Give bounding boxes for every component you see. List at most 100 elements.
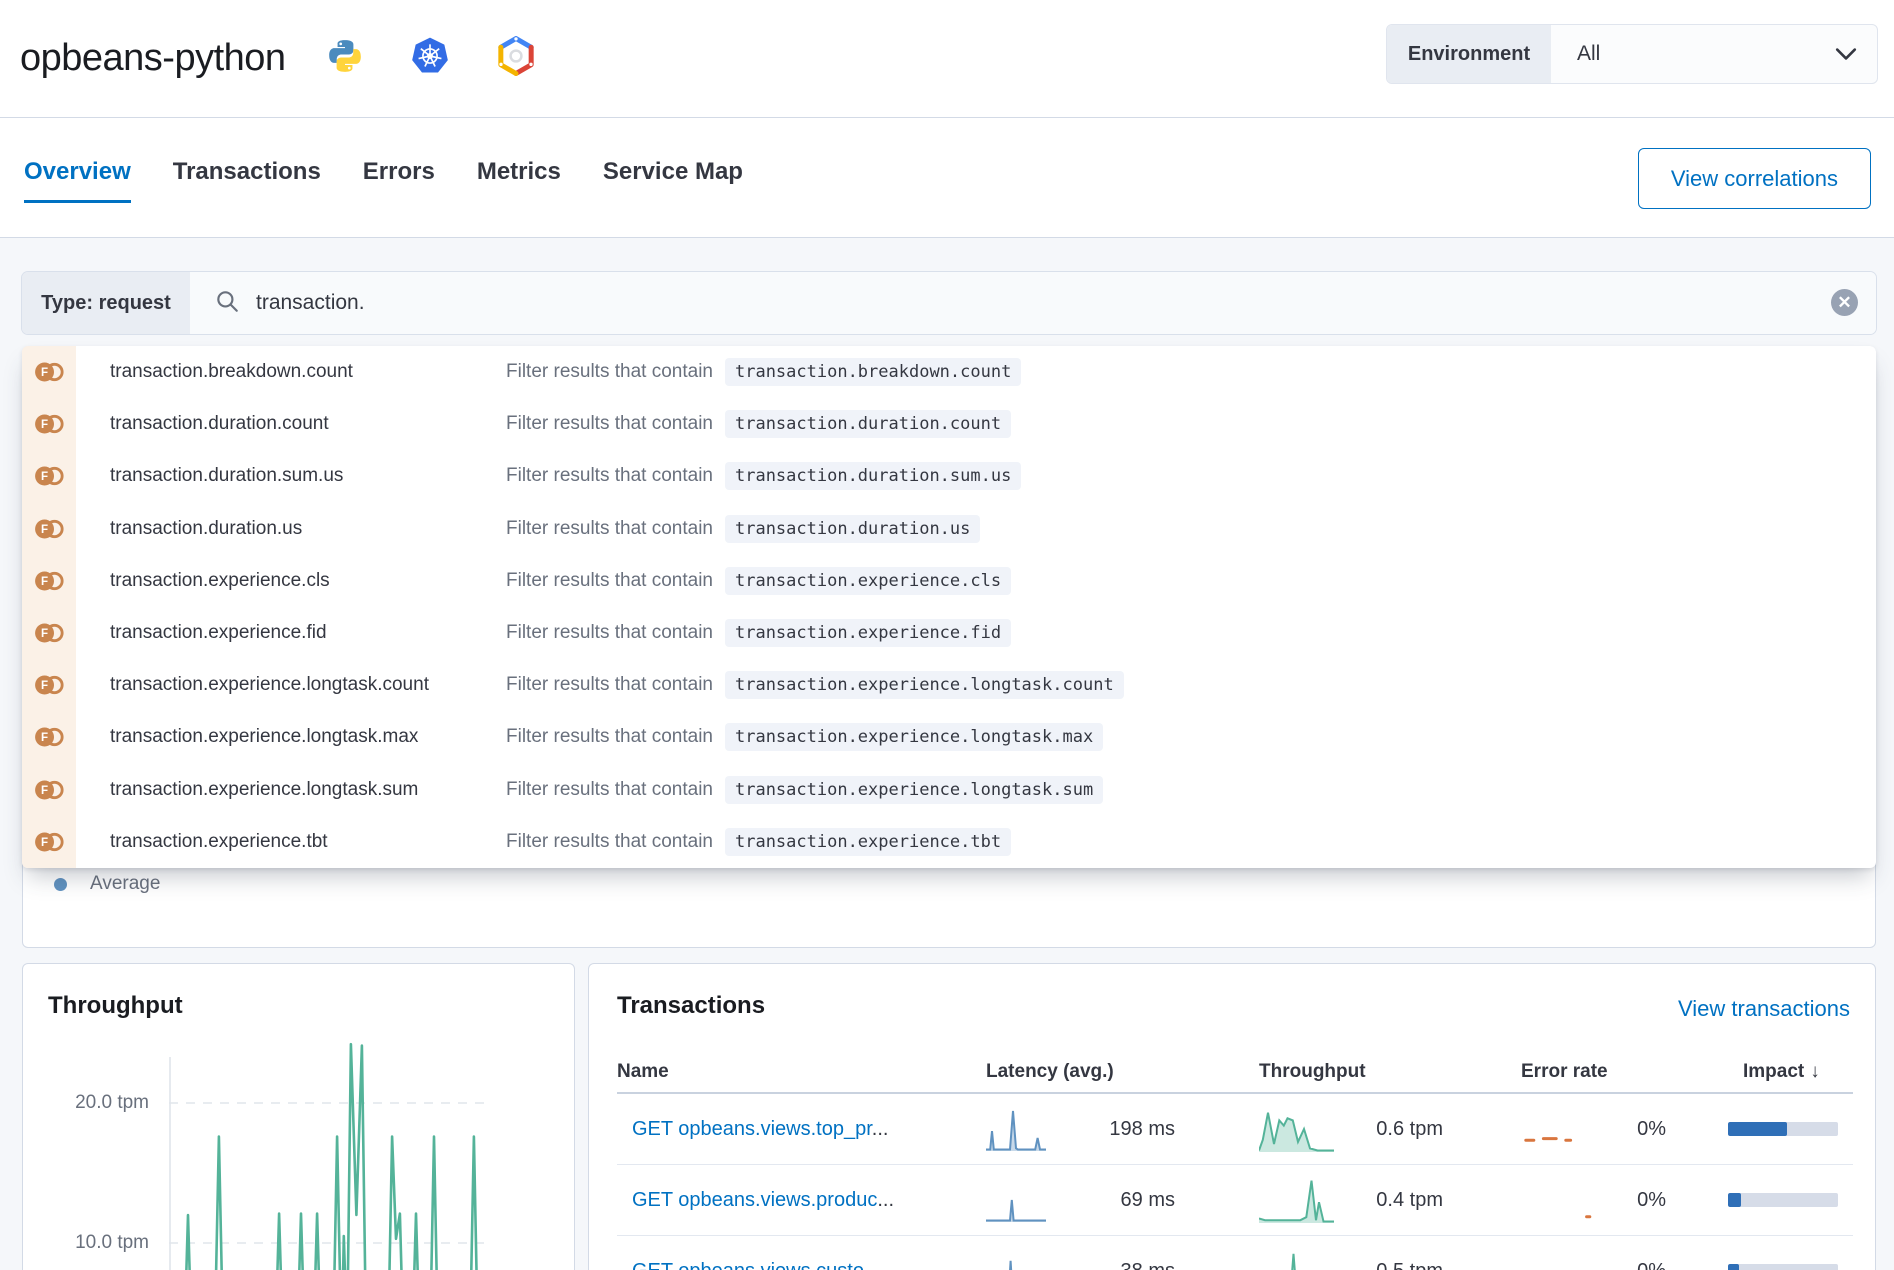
- impact-bar-track: [1728, 1193, 1838, 1207]
- apm-service-overview-screen: opbeans-python: [0, 0, 1894, 1270]
- transactions-table-header: Name Latency (avg.) Throughput Error rat…: [617, 1051, 1853, 1094]
- truncation-ellipsis: ...: [877, 1189, 894, 1211]
- impact-bar-fill: [1728, 1264, 1739, 1270]
- python-icon: [326, 37, 364, 80]
- environment-label: Environment: [1387, 25, 1551, 83]
- field-icon: F: [22, 674, 76, 696]
- suggestion-field-name: transaction.experience.tbt: [76, 831, 506, 853]
- view-transactions-link[interactable]: View transactions: [1678, 996, 1850, 1022]
- transactions-rows: GET opbeans.views.top_pr... 198 ms 0.6 tpm…: [617, 1094, 1853, 1270]
- search-icon: [214, 288, 240, 319]
- suggestion-field-name: transaction.duration.us: [76, 518, 506, 540]
- suggestion-field-code: transaction.experience.longtask.max: [725, 723, 1103, 751]
- suggestion-prefix-text: Filter results that contain: [506, 831, 713, 853]
- suggestion-description: Filter results that containtransaction.d…: [506, 410, 1876, 438]
- suggestion-row[interactable]: Ftransaction.experience.tbtFilter result…: [22, 816, 1876, 868]
- suggestion-field-code: transaction.breakdown.count: [725, 358, 1021, 386]
- sort-descending-icon: ↓: [1810, 1061, 1820, 1083]
- ytick-10tpm: 10.0 tpm: [37, 1232, 149, 1254]
- error-rate-sparkline: [1521, 1180, 1601, 1220]
- tab-overview[interactable]: Overview: [24, 158, 131, 203]
- transaction-link[interactable]: GET opbeans.views.produc: [632, 1189, 877, 1211]
- svg-text:F: F: [41, 576, 48, 588]
- suggestion-prefix-text: Filter results that contain: [506, 518, 713, 540]
- column-header-latency[interactable]: Latency (avg.): [961, 1061, 1186, 1083]
- impact-cell: [1679, 1264, 1853, 1270]
- search-query-text: transaction.: [256, 291, 365, 315]
- throughput-cell: 0.4 tpm: [1186, 1177, 1456, 1223]
- environment-value: All: [1551, 25, 1877, 83]
- environment-select[interactable]: Environment All: [1386, 24, 1878, 84]
- impact-bar-track: [1728, 1122, 1838, 1136]
- clear-search-icon[interactable]: ✕: [1831, 289, 1858, 316]
- field-icon: F: [22, 465, 76, 487]
- type-filter-badge[interactable]: Type: request: [22, 272, 190, 334]
- suggestion-description: Filter results that containtransaction.e…: [506, 671, 1876, 699]
- transaction-link[interactable]: GET opbeans.views.custo: [632, 1260, 864, 1270]
- impact-bar-fill: [1728, 1193, 1741, 1207]
- view-correlations-button[interactable]: View correlations: [1638, 148, 1871, 209]
- transaction-name-cell: GET opbeans.views.produc...: [617, 1189, 961, 1212]
- tab-errors[interactable]: Errors: [363, 158, 435, 203]
- suggestion-description: Filter results that containtransaction.e…: [506, 619, 1876, 647]
- chart-legend: Average: [54, 873, 160, 895]
- kubernetes-icon: [410, 36, 450, 81]
- suggestion-row[interactable]: Ftransaction.experience.fidFilter result…: [22, 607, 1876, 659]
- suggestion-prefix-text: Filter results that contain: [506, 779, 713, 801]
- suggestion-row[interactable]: Ftransaction.breakdown.countFilter resul…: [22, 346, 1876, 398]
- error-rate-sparkline: [1521, 1251, 1601, 1270]
- error-rate-value: 0%: [1601, 1118, 1666, 1141]
- svg-text:F: F: [41, 419, 48, 431]
- column-header-name[interactable]: Name: [617, 1061, 961, 1083]
- suggestion-row[interactable]: Ftransaction.duration.usFilter results t…: [22, 503, 1876, 555]
- throughput-value: 0.4 tpm: [1334, 1189, 1443, 1212]
- impact-cell: [1679, 1122, 1853, 1136]
- kql-suggestions-dropdown: Ftransaction.breakdown.count Filter resul…: [22, 346, 1876, 868]
- suggestion-field-code: transaction.experience.fid: [725, 619, 1011, 647]
- impact-bar-fill: [1728, 1122, 1787, 1136]
- suggestion-row[interactable]: Ftransaction.experience.longtask.sumFilt…: [22, 764, 1876, 816]
- suggestion-row[interactable]: Ftransaction.experience.longtask.maxFilt…: [22, 711, 1876, 763]
- suggestion-row[interactable]: Ftransaction.duration.countFilter result…: [22, 398, 1876, 450]
- latency-value: 198 ms: [1046, 1118, 1175, 1141]
- gcp-icon: [496, 36, 536, 81]
- suggestion-row[interactable]: Ftransaction.experience.clsFilter result…: [22, 555, 1876, 607]
- throughput-value: 0.6 tpm: [1334, 1118, 1443, 1141]
- kql-search-bar: Type: request transaction. ✕: [22, 272, 1876, 334]
- field-icon: F: [22, 413, 76, 435]
- suggestion-field-name: transaction.experience.longtask.sum: [76, 779, 506, 801]
- error-rate-value: 0%: [1601, 1189, 1666, 1212]
- suggestion-prefix-text: Filter results that contain: [506, 413, 713, 435]
- tab-metrics[interactable]: Metrics: [477, 158, 561, 203]
- suggestion-field-name: transaction.experience.longtask.count: [76, 674, 506, 696]
- svg-text:F: F: [41, 524, 48, 536]
- suggestion-description: Filter results that containtransaction.d…: [506, 462, 1876, 490]
- suggestion-row[interactable]: Ftransaction.experience.longtask.countFi…: [22, 659, 1876, 711]
- suggestion-description: Filter results that contain transaction.e…: [506, 567, 1876, 595]
- average-legend-label: Average: [90, 873, 160, 895]
- suggestion-description: Filter results that containtransaction.d…: [506, 515, 1876, 543]
- error-rate-value: 0%: [1601, 1260, 1666, 1270]
- tab-transactions[interactable]: Transactions: [173, 158, 321, 203]
- suggestion-row[interactable]: Ftransaction.duration.sum.usFilter resul…: [22, 450, 1876, 502]
- transaction-link[interactable]: GET opbeans.views.top_pr: [632, 1118, 872, 1140]
- suggestion-description: Filter results that containtransaction.e…: [506, 828, 1876, 856]
- latency-sparkline: [986, 1107, 1046, 1151]
- column-header-impact[interactable]: Impact ↓: [1679, 1061, 1853, 1083]
- column-header-error-rate[interactable]: Error rate: [1456, 1061, 1679, 1083]
- transactions-table: Name Latency (avg.) Throughput Error rat…: [617, 1051, 1853, 1270]
- table-row: GET opbeans.views.top_pr...198 ms0.6 tpm…: [617, 1094, 1853, 1165]
- column-header-throughput[interactable]: Throughput: [1186, 1061, 1456, 1083]
- suggestion-prefix-text: Filter results that contain: [506, 570, 713, 592]
- throughput-chart[interactable]: [169, 1041, 499, 1270]
- latency-sparkline: [986, 1178, 1046, 1222]
- search-input[interactable]: transaction. ✕: [190, 272, 1876, 334]
- suggestion-prefix-text: Filter results that contain: [506, 726, 713, 748]
- suggestion-field-code: transaction.experience.cls: [725, 567, 1011, 595]
- ytick-20tpm: 20.0 tpm: [37, 1092, 149, 1114]
- tab-service-map[interactable]: Service Map: [603, 158, 743, 203]
- svg-text:F: F: [41, 680, 48, 692]
- field-icon: F: [22, 622, 76, 644]
- field-icon: F: [22, 831, 76, 853]
- transactions-panel: Transactions View transactions Name Late…: [588, 963, 1876, 1270]
